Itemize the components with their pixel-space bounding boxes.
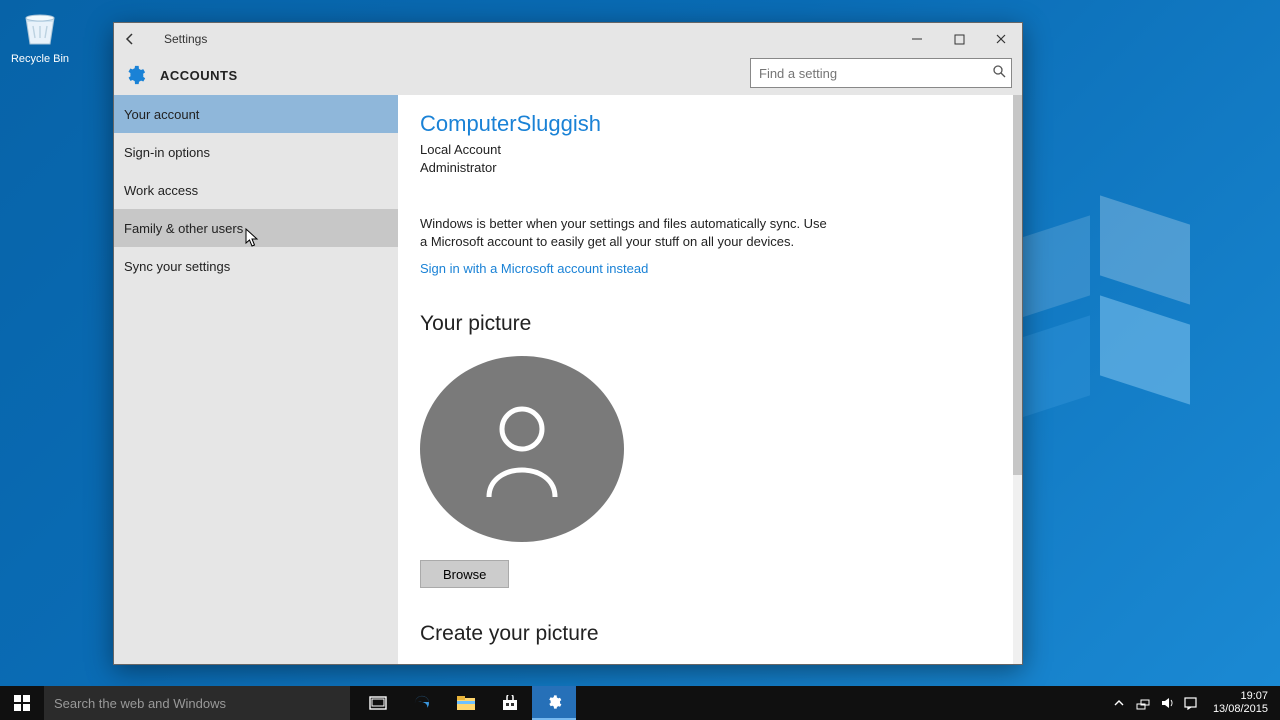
recycle-bin-icon[interactable]: Recycle Bin bbox=[10, 8, 70, 65]
signin-microsoft-link[interactable]: Sign in with a Microsoft account instead bbox=[420, 261, 648, 276]
browse-button[interactable]: Browse bbox=[420, 560, 509, 588]
taskbar: Search the web and Windows 19:07 13/08/2… bbox=[0, 686, 1280, 720]
category-title: ACCOUNTS bbox=[160, 68, 238, 83]
account-role: Administrator bbox=[420, 159, 998, 177]
task-view-icon[interactable] bbox=[356, 686, 400, 720]
sidebar-item-sign-in-options[interactable]: Sign-in options bbox=[114, 133, 398, 171]
sidebar: Your account Sign-in options Work access… bbox=[114, 95, 398, 664]
create-picture-heading: Create your picture bbox=[420, 622, 998, 646]
store-icon[interactable] bbox=[488, 686, 532, 720]
settings-taskbar-icon[interactable] bbox=[532, 686, 576, 720]
taskbar-search[interactable]: Search the web and Windows bbox=[44, 686, 350, 720]
network-icon[interactable] bbox=[1135, 695, 1151, 711]
account-name: ComputerSluggish bbox=[420, 111, 998, 137]
sidebar-item-work-access[interactable]: Work access bbox=[114, 171, 398, 209]
settings-window: Settings ACCOUNTS Your account Sign-in o… bbox=[113, 22, 1023, 665]
taskbar-clock[interactable]: 19:07 13/08/2015 bbox=[1207, 690, 1274, 716]
sync-description: Windows is better when your settings and… bbox=[420, 215, 830, 251]
wallpaper-decoration bbox=[1000, 180, 1220, 480]
account-avatar bbox=[420, 356, 624, 542]
system-tray: 19:07 13/08/2015 bbox=[1111, 686, 1280, 720]
minimize-button[interactable] bbox=[896, 23, 938, 55]
back-button[interactable] bbox=[114, 23, 146, 55]
sidebar-item-family-other-users[interactable]: Family & other users bbox=[114, 209, 398, 247]
your-picture-heading: Your picture bbox=[420, 312, 998, 336]
header-bar: ACCOUNTS bbox=[114, 55, 1022, 95]
settings-search[interactable] bbox=[750, 58, 1012, 88]
notifications-icon[interactable] bbox=[1183, 695, 1199, 711]
person-icon bbox=[479, 401, 565, 497]
start-button[interactable] bbox=[0, 686, 44, 720]
scrollbar-thumb[interactable] bbox=[1013, 95, 1022, 475]
titlebar: Settings bbox=[114, 23, 1022, 55]
window-title: Settings bbox=[164, 32, 207, 46]
volume-icon[interactable] bbox=[1159, 695, 1175, 711]
maximize-button[interactable] bbox=[938, 23, 980, 55]
search-icon bbox=[987, 65, 1011, 81]
content-pane: ComputerSluggish Local Account Administr… bbox=[398, 95, 1022, 664]
sidebar-item-sync-settings[interactable]: Sync your settings bbox=[114, 247, 398, 285]
file-explorer-icon[interactable] bbox=[444, 686, 488, 720]
edge-icon[interactable] bbox=[400, 686, 444, 720]
tray-chevron-up-icon[interactable] bbox=[1111, 695, 1127, 711]
account-type: Local Account bbox=[420, 141, 998, 159]
recycle-bin-label: Recycle Bin bbox=[10, 53, 70, 65]
close-button[interactable] bbox=[980, 23, 1022, 55]
search-input[interactable] bbox=[751, 66, 987, 81]
sidebar-item-your-account[interactable]: Your account bbox=[114, 95, 398, 133]
gear-icon bbox=[124, 64, 146, 86]
